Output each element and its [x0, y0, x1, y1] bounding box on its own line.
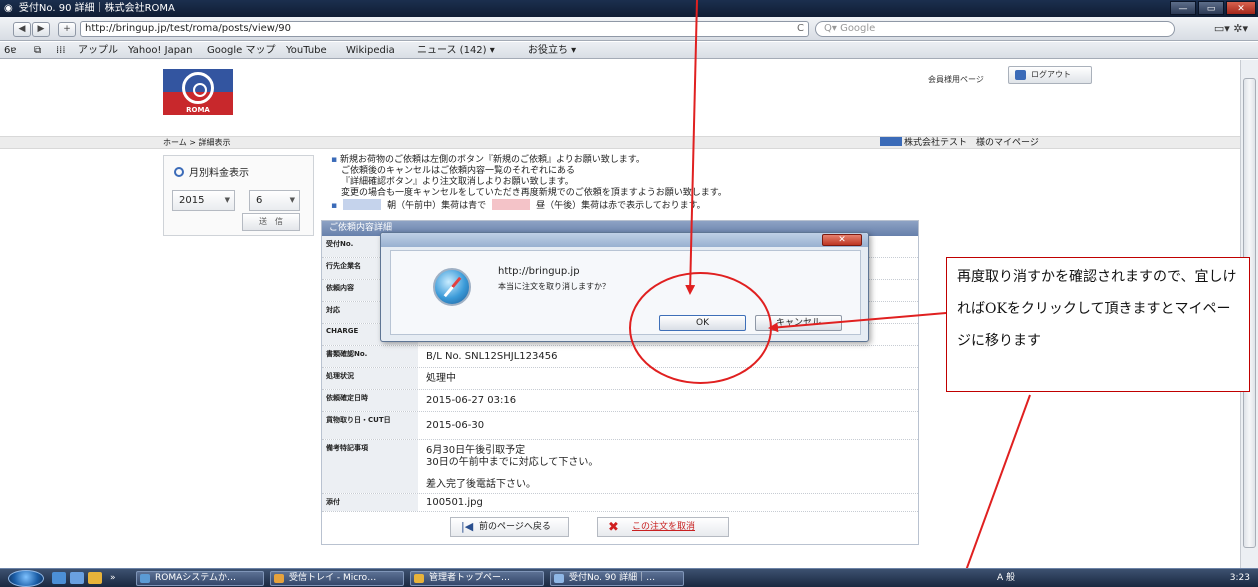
- bookmarks-bar: 6ɐ ⧉ ⁞⁞⁞ アップル Yahoo! Japan Google マップ Yo…: [0, 42, 1258, 59]
- dialog-title-bar: [381, 233, 868, 247]
- month-select[interactable]: 6 ▼: [249, 190, 300, 211]
- bookmark-google-maps[interactable]: Google マップ: [207, 42, 275, 59]
- add-bookmark-button[interactable]: +: [58, 22, 76, 37]
- forward-button[interactable]: ▶: [32, 22, 50, 37]
- window-controls: — ▭ ✕: [1170, 1, 1256, 15]
- taskbar-item-detail[interactable]: 受付No. 90 詳細｜…: [550, 571, 684, 586]
- taskbar-item-roma[interactable]: ROMAシステムか…: [136, 571, 264, 586]
- address-bar[interactable]: http://bringup.jp/test/roma/posts/view/9…: [80, 21, 809, 37]
- reload-icon[interactable]: C: [797, 22, 804, 36]
- search-input[interactable]: Q▾ Google: [815, 21, 1175, 37]
- x-icon: ✖: [608, 520, 619, 535]
- bookmark-useful[interactable]: お役立ち ▾: [528, 42, 576, 59]
- address-url: http://bringup.jp/test/roma/posts/view/9…: [85, 23, 292, 34]
- member-page-link[interactable]: 会員様用ページ: [928, 74, 984, 85]
- pm-color-swatch: [492, 199, 531, 210]
- system-tray: A 般 3:23: [975, 571, 1258, 586]
- send-button[interactable]: 送 信: [242, 213, 300, 231]
- browser-toolbar: ◀ ▶ + http://bringup.jp/test/roma/posts/…: [0, 17, 1258, 41]
- year-select[interactable]: 2015 ▼: [172, 190, 235, 211]
- window-title-bar: ◉ 受付No. 90 詳細｜株式会社ROMA — ▭ ✕: [0, 0, 1258, 17]
- reader-icon[interactable]: 6ɐ: [4, 42, 16, 59]
- explorer-icon[interactable]: [70, 572, 84, 584]
- mypage-label: 株式会社テスト 様のマイページ: [880, 137, 1039, 149]
- mypage-icon: [880, 137, 902, 146]
- confirm-dialog: ✕ http://bringup.jp 本当に注文を取り消しますか？ OK キャ…: [380, 232, 869, 342]
- bookmark-news[interactable]: ニュース (142) ▾: [417, 42, 495, 59]
- table-row: 添付 100501.jpg: [322, 494, 918, 512]
- clock[interactable]: 3:23: [1230, 571, 1250, 586]
- browser-tools-icon[interactable]: ▭▾ ✲▾: [1214, 22, 1248, 35]
- table-row: 貨物取り日・CUT日 2015-06-30: [322, 412, 918, 440]
- minimize-button[interactable]: —: [1170, 1, 1196, 15]
- notice-text: ▪ 新規お荷物のご依頼は左側のボタン『新規のご依頼』よりお願い致します。 ご依頼…: [331, 155, 727, 211]
- chevron-down-icon: ▼: [224, 196, 230, 204]
- taskbar-item-admin[interactable]: 管理者トップペー…: [410, 571, 544, 586]
- back-button[interactable]: ◀: [13, 22, 31, 37]
- table-row: 書類確認No. B/L No. SNL12SHJL123456: [322, 346, 918, 368]
- top-sites-icon[interactable]: ⁞⁞⁞: [56, 42, 66, 59]
- annotation-callout: 再度取り消すかを確認されますので、宜しければOKをクリックして頂きますとマイペー…: [946, 257, 1250, 392]
- maximize-button[interactable]: ▭: [1198, 1, 1224, 15]
- roma-logo[interactable]: ROMA: [163, 69, 233, 115]
- bookmarks-icon[interactable]: ⧉: [34, 42, 41, 59]
- back-page-button[interactable]: |◀ 前のページへ戻る: [450, 517, 569, 537]
- bookmark-wikipedia[interactable]: Wikipedia: [346, 42, 395, 59]
- ok-highlight-circle: [629, 272, 772, 384]
- dialog-body: http://bringup.jp 本当に注文を取り消しますか？ OK キャンセ…: [390, 250, 861, 335]
- dialog-message: 本当に注文を取り消しますか？: [498, 282, 610, 291]
- start-button[interactable]: [8, 570, 44, 587]
- back-arrow-icon: |◀: [461, 520, 474, 533]
- ime-indicator[interactable]: A 般: [997, 571, 1015, 586]
- logo-emblem-icon: [182, 72, 214, 104]
- safari-compass-icon: [433, 268, 471, 306]
- user-icon: [1015, 70, 1026, 80]
- breadcrumb[interactable]: ホーム > 詳細表示: [163, 137, 231, 148]
- window-title: 受付No. 90 詳細｜株式会社ROMA: [18, 3, 175, 14]
- more-icon[interactable]: »: [110, 572, 124, 584]
- bookmark-apple[interactable]: アップル: [78, 42, 118, 59]
- breadcrumb-bar: ホーム > 詳細表示 株式会社テスト 様のマイページ: [0, 136, 1240, 149]
- logo-text: ROMA: [186, 106, 210, 114]
- chevron-down-icon: ▼: [289, 196, 295, 204]
- dialog-host: http://bringup.jp: [498, 266, 580, 277]
- logout-label: ログアウト: [1031, 70, 1071, 79]
- search-icon: [174, 167, 184, 177]
- bookmark-youtube[interactable]: YouTube: [286, 42, 327, 59]
- am-color-swatch: [343, 199, 382, 210]
- attachment-link[interactable]: 100501.jpg: [426, 497, 483, 509]
- browser-icon: ◉: [4, 3, 13, 14]
- monthly-fee-title: 月別料金表示: [174, 164, 249, 179]
- chrome-icon[interactable]: [88, 572, 102, 584]
- logout-button[interactable]: ログアウト: [1008, 66, 1092, 84]
- monthly-fee-panel: 月別料金表示 2015 ▼ 6 ▼ 送 信: [163, 155, 314, 236]
- dialog-close-button[interactable]: ✕: [822, 234, 862, 246]
- bookmark-yahoo[interactable]: Yahoo! Japan: [128, 42, 193, 59]
- table-row: 依頼確定日時 2015-06-27 03:16: [322, 390, 918, 412]
- taskbar: » ROMAシステムか… 受信トレイ - Micro… 管理者トップペー… 受付…: [0, 568, 1258, 587]
- close-window-button[interactable]: ✕: [1226, 1, 1256, 15]
- table-row: 備考特記事項 6月30日午後引取予定 30日の午前中までに対応して下さい。 差入…: [322, 440, 918, 494]
- show-desktop-icon[interactable]: [52, 572, 66, 584]
- cancel-order-button[interactable]: ✖ この注文を取消: [597, 517, 729, 537]
- table-row: 処理状況 処理中: [322, 368, 918, 390]
- taskbar-item-outlook[interactable]: 受信トレイ - Micro…: [270, 571, 404, 586]
